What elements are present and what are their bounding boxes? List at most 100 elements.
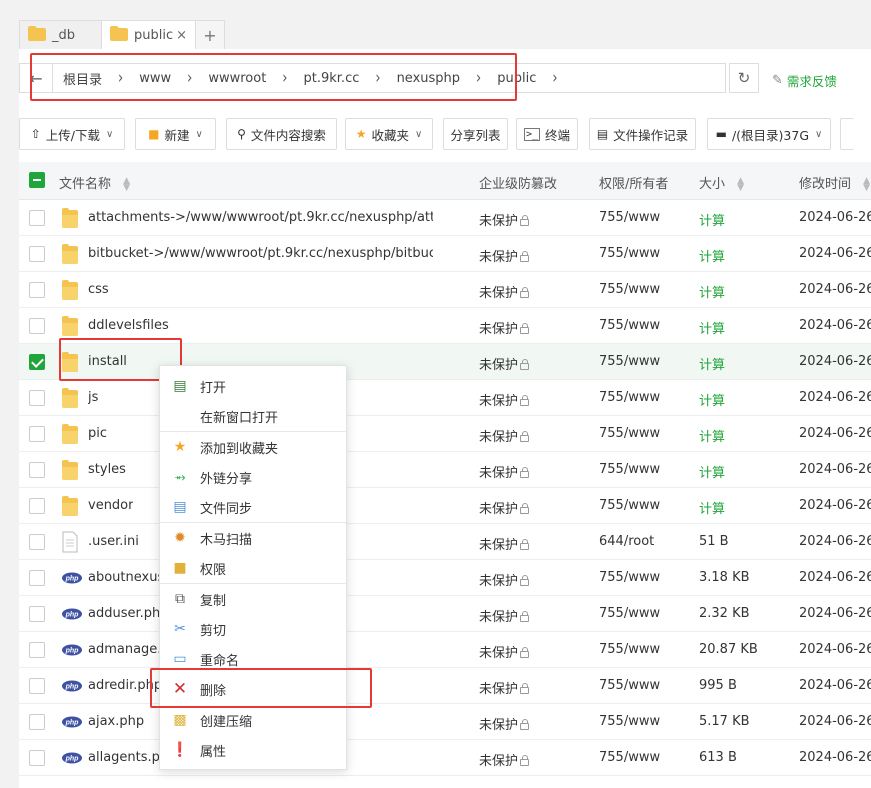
crumb-wwwroot[interactable]: wwwroot — [208, 71, 266, 86]
permission-owner[interactable]: 755/www — [599, 498, 660, 513]
crumb-www[interactable]: www — [139, 71, 171, 86]
protect-status[interactable]: 未保护 — [479, 426, 530, 445]
row-checkbox[interactable] — [29, 426, 45, 442]
file-name[interactable]: ajax.php — [88, 714, 144, 729]
row-checkbox[interactable] — [29, 318, 45, 334]
table-row[interactable]: ddlevelsfiles 未保护 755/www 计算 2024-06-26 1 — [19, 308, 871, 344]
protect-status[interactable]: 未保护 — [479, 534, 530, 553]
permission-owner[interactable]: 755/www — [599, 390, 660, 405]
table-row[interactable]: styles 未保护 755/www 计算 2024-06-26 1 — [19, 452, 871, 488]
table-row[interactable]: php aboutnexus. 未保护 755/www 3.18 KB 2024-06-2… — [19, 560, 871, 596]
protect-status[interactable]: 未保护 — [479, 642, 530, 661]
protect-status[interactable]: 未保护 — [479, 750, 530, 769]
protect-status[interactable]: 未保护 — [479, 462, 530, 481]
upload-download-button[interactable]: ⇧ 上传/下载 ∨ — [19, 118, 125, 150]
file-name[interactable]: js — [88, 390, 98, 405]
col-size[interactable]: 大小 ▲ ▼ — [699, 173, 744, 192]
file-name[interactable]: allagents.ph — [88, 750, 168, 765]
menu-permission[interactable]: ■ 权限 — [160, 553, 346, 583]
table-row[interactable]: php adredir.php 未保护 755/www 995 B 2024-06-26 … — [19, 668, 871, 704]
table-row[interactable]: pic 未保护 755/www 计算 2024-06-26 1 — [19, 416, 871, 452]
row-checkbox[interactable] — [29, 498, 45, 514]
protect-status[interactable]: 未保护 — [479, 606, 530, 625]
file-name[interactable]: admanage.p — [88, 642, 170, 657]
tab-db[interactable]: _db — [19, 20, 102, 50]
row-checkbox[interactable] — [29, 354, 45, 370]
permission-owner[interactable]: 755/www — [599, 282, 660, 297]
row-checkbox[interactable] — [29, 282, 45, 298]
table-row[interactable]: js 未保护 755/www 计算 2024-06-26 1 — [19, 380, 871, 416]
table-row[interactable]: attachments->/www/wwwroot/pt.9kr.cc/nexu… — [19, 200, 871, 236]
table-row[interactable]: vendor 未保护 755/www 计算 2024-06-26 1 — [19, 488, 871, 524]
permission-owner[interactable]: 755/www — [599, 642, 660, 657]
row-checkbox[interactable] — [29, 642, 45, 658]
col-name[interactable]: 文件名称 ▲ ▼ — [59, 173, 130, 192]
new-button[interactable]: ■ 新建 ∨ — [135, 118, 216, 150]
permission-owner[interactable]: 755/www — [599, 750, 660, 765]
menu-sync[interactable]: ▤ 文件同步 — [160, 492, 346, 522]
row-checkbox[interactable] — [29, 462, 45, 478]
protect-status[interactable]: 未保护 — [479, 210, 530, 229]
file-size[interactable]: 计算 — [699, 246, 725, 265]
disk-button[interactable]: ▬ /(根目录)37G ∨ — [707, 118, 831, 150]
row-checkbox[interactable] — [29, 750, 45, 766]
menu-cut[interactable]: ✂ 剪切 — [160, 614, 346, 644]
content-search-button[interactable]: ⚲ 文件内容搜索 — [226, 118, 337, 150]
permission-owner[interactable]: 755/www — [599, 606, 660, 621]
file-size[interactable]: 计算 — [699, 354, 725, 373]
share-list-button[interactable]: 分享列表 — [443, 118, 508, 150]
path-bar[interactable]: ← 根目录 › www › wwwroot › pt.9kr.cc › nexu… — [19, 63, 726, 93]
file-name[interactable]: styles — [88, 462, 126, 477]
file-size[interactable]: 计算 — [699, 462, 725, 481]
table-row[interactable]: php admanage.p 未保护 755/www 20.87 KB 2024-06-2… — [19, 632, 871, 668]
crumb-public[interactable]: public — [497, 71, 536, 86]
menu-delete[interactable]: ✕ 删除 — [160, 674, 346, 704]
file-size[interactable]: 计算 — [699, 210, 725, 229]
menu-share[interactable]: ⥇ 外链分享 — [160, 462, 346, 492]
table-row[interactable]: css 未保护 755/www 计算 2024-06-26 1 — [19, 272, 871, 308]
close-icon[interactable]: × — [176, 28, 187, 43]
feedback-link[interactable]: ✎ 需求反馈 — [772, 71, 837, 90]
protect-status[interactable]: 未保护 — [479, 246, 530, 265]
permission-owner[interactable]: 755/www — [599, 570, 660, 585]
crumb-root[interactable]: 根目录 — [63, 69, 102, 88]
file-name[interactable]: attachments->/www/wwwroot/pt.9kr.cc/nexu… — [88, 210, 433, 225]
tab-public[interactable]: public × — [101, 20, 196, 50]
permission-owner[interactable]: 644/root — [599, 534, 654, 549]
file-name[interactable]: adredir.php — [88, 678, 162, 693]
file-name[interactable]: css — [88, 282, 109, 297]
row-checkbox[interactable] — [29, 570, 45, 586]
protect-status[interactable]: 未保护 — [479, 354, 530, 373]
file-size[interactable]: 计算 — [699, 318, 725, 337]
table-row[interactable]: php adduser.php 未保护 755/www 2.32 KB 2024-06-2… — [19, 596, 871, 632]
protect-status[interactable]: 未保护 — [479, 498, 530, 517]
menu-copy[interactable]: ⧉ 复制 — [160, 584, 346, 614]
file-name[interactable]: aboutnexus. — [88, 570, 168, 585]
permission-owner[interactable]: 755/www — [599, 678, 660, 693]
permission-owner[interactable]: 755/www — [599, 462, 660, 477]
row-checkbox[interactable] — [29, 714, 45, 730]
file-size[interactable]: 计算 — [699, 426, 725, 445]
protect-status[interactable]: 未保护 — [479, 570, 530, 589]
col-mtime[interactable]: 修改时间 ▲ ▼ — [799, 173, 870, 192]
protect-status[interactable]: 未保护 — [479, 678, 530, 697]
favorites-button[interactable]: ★ 收藏夹 ∨ — [345, 118, 433, 150]
file-name[interactable]: install — [88, 354, 127, 369]
file-size[interactable]: 计算 — [699, 282, 725, 301]
row-checkbox[interactable] — [29, 210, 45, 226]
row-checkbox[interactable] — [29, 390, 45, 406]
crumb-site[interactable]: pt.9kr.cc — [304, 71, 360, 86]
menu-open-new-window[interactable]: 在新窗口打开 — [160, 401, 346, 431]
table-row[interactable]: php allagents.ph 未保护 755/www 613 B 2024-06-26… — [19, 740, 871, 776]
file-name[interactable]: .user.ini — [88, 534, 139, 549]
file-name[interactable]: pic — [88, 426, 107, 441]
table-row[interactable]: install 未保护 755/www 计算 2024-06-26 2 — [19, 344, 871, 380]
permission-owner[interactable]: 755/www — [599, 210, 660, 225]
menu-scan[interactable]: ✹ 木马扫描 — [160, 523, 346, 553]
row-checkbox[interactable] — [29, 678, 45, 694]
back-icon[interactable]: ← — [20, 64, 53, 92]
menu-add-favorite[interactable]: ★ 添加到收藏夹 — [160, 432, 346, 462]
protect-status[interactable]: 未保护 — [479, 390, 530, 409]
terminal-button[interactable]: >_ 终端 — [516, 118, 578, 150]
add-tab-button[interactable]: + — [195, 20, 225, 50]
